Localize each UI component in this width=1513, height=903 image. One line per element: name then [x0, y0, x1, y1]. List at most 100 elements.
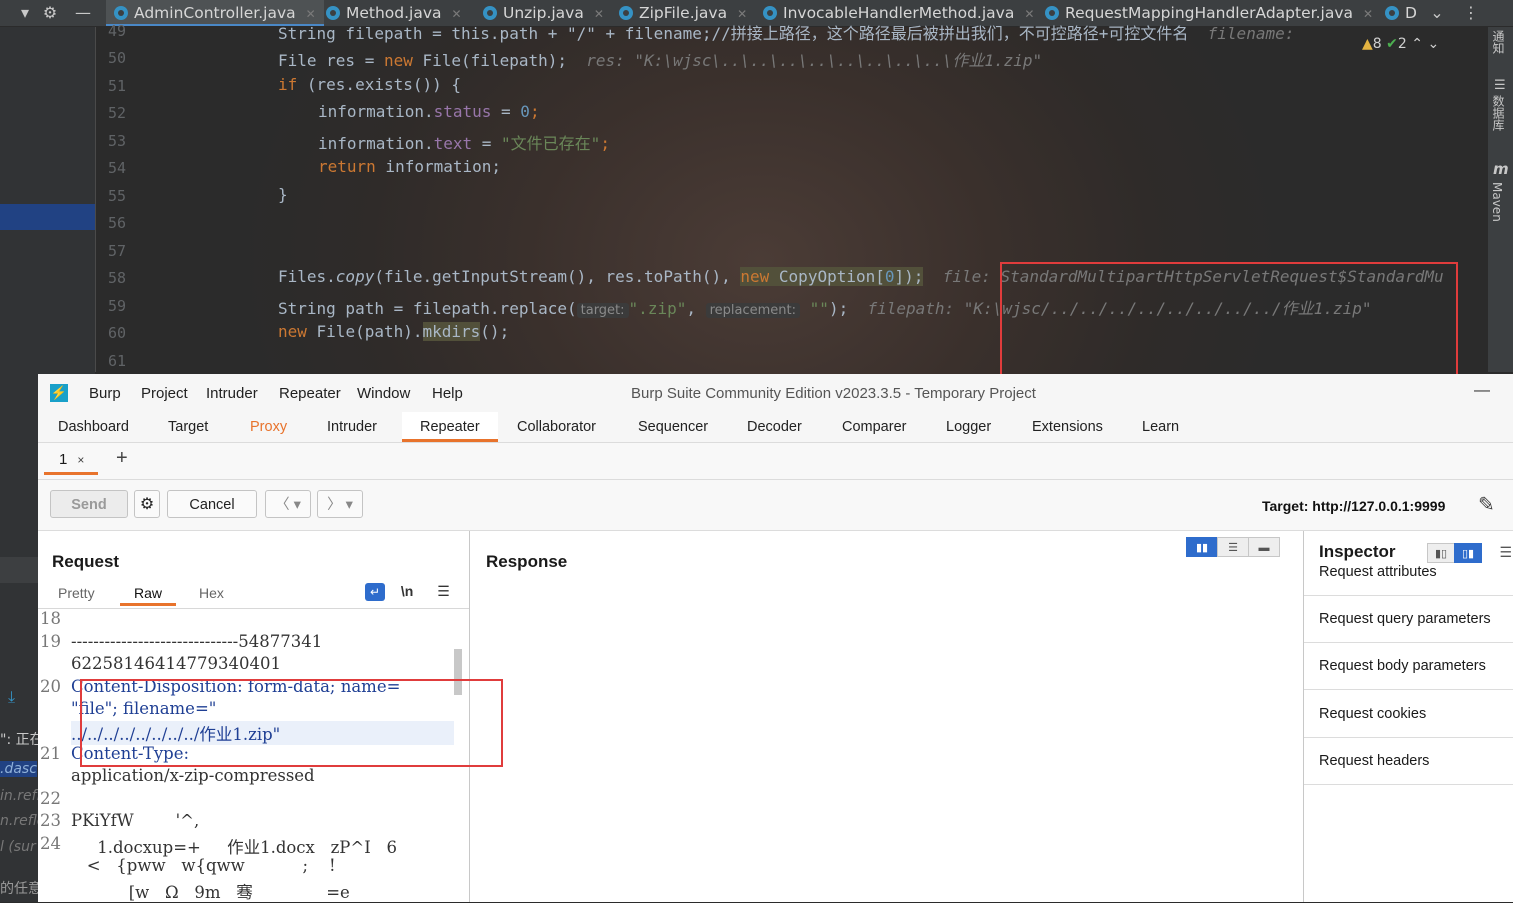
tabs-layout-icon[interactable]: ▬ — [1248, 537, 1280, 557]
tab-intruder[interactable]: Intruder — [327, 412, 377, 442]
inspection-status[interactable]: ▲8 ✔2 ⌃ ⌄ — [1362, 36, 1439, 52]
gear-icon[interactable]: ⚙ — [37, 0, 63, 26]
database-panel-label[interactable]: 数据库 — [1490, 95, 1507, 131]
class-icon — [483, 6, 497, 20]
code-line-49: String filepath = this.path + "/" + file… — [278, 24, 1295, 43]
edit-pencil-icon[interactable]: ✎ — [1478, 492, 1495, 517]
wrap-icon[interactable]: ↵ — [365, 583, 385, 601]
request-line: ------------------------------54877341 — [71, 632, 323, 651]
line-number: 61 — [107, 352, 126, 370]
line-number: 22 — [40, 789, 61, 808]
close-icon[interactable]: × — [77, 453, 84, 467]
line-number: 20 — [40, 677, 61, 696]
close-icon[interactable]: ✕ — [306, 7, 316, 21]
line-number: 24 — [40, 834, 61, 853]
line-number: 50 — [107, 49, 126, 67]
burp-window: ⚡ Burp Project Intruder Repeater Window … — [38, 374, 1513, 902]
line-number: 56 — [107, 214, 126, 232]
tab-collaborator[interactable]: Collaborator — [517, 412, 596, 442]
tree-row — [0, 557, 40, 583]
code-line-54: return information; — [318, 157, 502, 176]
warning-icon: ▲ — [1362, 36, 1373, 52]
split-vertical-icon[interactable]: ☰ — [1217, 537, 1249, 557]
back-button[interactable]: 〈 ▾ — [265, 490, 311, 518]
tab-decoder[interactable]: Decoder — [747, 412, 802, 442]
view-tab-hex[interactable]: Hex — [199, 585, 224, 601]
line-number: 54 — [107, 159, 126, 177]
request-line: PKiYfW '^, — [71, 811, 200, 830]
menu-help[interactable]: Help — [432, 385, 463, 402]
tab-dashboard[interactable]: Dashboard — [58, 412, 129, 442]
split-horizontal-icon[interactable]: ▮▮ — [1186, 537, 1218, 557]
tab-comparer[interactable]: Comparer — [842, 412, 906, 442]
menu-burp[interactable]: Burp — [89, 385, 121, 402]
line-number: 51 — [107, 77, 126, 95]
menu-icon[interactable]: ▾ — [12, 0, 38, 26]
settings-gear-icon[interactable]: ⚙ — [134, 490, 160, 518]
selected-tree-row[interactable] — [0, 204, 95, 230]
repeater-tab-1[interactable]: 1 × — [44, 447, 98, 475]
view-tab-pretty[interactable]: Pretty — [58, 585, 95, 601]
code-line-60: new File(path).mkdirs(); — [278, 322, 510, 341]
layout-switcher: ▮▮ ☰ ▬ — [1186, 537, 1280, 559]
chevron-down-icon[interactable]: ⌄ — [1427, 36, 1439, 52]
tab-extensions[interactable]: Extensions — [1032, 412, 1103, 442]
send-button[interactable]: Send — [50, 490, 128, 518]
class-icon — [326, 6, 340, 20]
menu-repeater[interactable]: Repeater — [279, 385, 341, 402]
minus-icon[interactable]: — — [70, 0, 96, 26]
console-fragment: in.refl — [0, 788, 41, 804]
close-icon[interactable]: ✕ — [737, 7, 747, 21]
menu-icon[interactable]: ☰ — [437, 583, 450, 599]
response-pane: Response ▮▮ ☰ ▬ — [470, 531, 1304, 902]
request-pane: Request Pretty Raw Hex ↵ \n ☰ 18 19 ----… — [38, 531, 503, 902]
line-number: 21 — [40, 744, 61, 763]
close-icon[interactable]: ✕ — [1024, 7, 1034, 21]
request-title: Request — [52, 552, 120, 571]
view-tab-raw[interactable]: Raw — [120, 585, 177, 606]
line-number: 60 — [107, 324, 126, 342]
inspector-body-parameters[interactable]: Request body parameters — [1304, 643, 1513, 690]
download-icon[interactable]: ⤓ — [8, 687, 15, 707]
code-line-52: information.status = 0; — [318, 102, 540, 121]
class-icon — [1385, 6, 1399, 20]
forward-button[interactable]: 〉 ▾ — [317, 490, 363, 518]
menu-intruder[interactable]: Intruder — [206, 385, 258, 402]
request-line: [w Ω 9m 骞 =e — [71, 883, 350, 902]
burp-logo-icon: ⚡ — [50, 384, 68, 402]
newline-toggle[interactable]: \n — [401, 583, 413, 599]
tab-sequencer[interactable]: Sequencer — [638, 412, 708, 442]
line-number: 58 — [107, 269, 126, 287]
cancel-button[interactable]: Cancel — [167, 490, 257, 518]
chevron-up-icon[interactable]: ⌃ — [1411, 36, 1423, 52]
maven-panel-label[interactable]: Maven — [1490, 182, 1504, 222]
code-line-51: if (res.exists()) { — [278, 75, 462, 94]
inspector-headers[interactable]: Request headers — [1304, 738, 1513, 785]
class-icon — [763, 6, 777, 20]
notifications-panel-label[interactable]: 通知 — [1490, 30, 1507, 54]
close-icon[interactable]: ✕ — [452, 7, 462, 21]
inspector-cookies[interactable]: Request cookies — [1304, 691, 1513, 738]
inspector-query-parameters[interactable]: Request query parameters — [1304, 596, 1513, 643]
tab-repeater[interactable]: Repeater — [402, 412, 498, 442]
tab-logger[interactable]: Logger — [946, 412, 991, 442]
add-tab-button[interactable]: + — [116, 447, 128, 470]
minimize-button[interactable]: — — [1474, 382, 1490, 400]
tab-target[interactable]: Target — [168, 412, 208, 442]
inspector-request-attributes[interactable]: Request attributes — [1304, 549, 1513, 596]
code-line-53: information.text = "文件已存在"; — [318, 134, 610, 153]
line-number: 53 — [107, 132, 126, 150]
menu-project[interactable]: Project — [141, 385, 188, 402]
highlight-box-request — [80, 679, 503, 767]
code-line-55: } — [278, 185, 288, 204]
close-icon[interactable]: ✕ — [1363, 7, 1373, 21]
tab-proxy[interactable]: Proxy — [250, 412, 287, 442]
response-title: Response — [486, 552, 568, 571]
line-number: 52 — [107, 104, 126, 122]
line-number: 55 — [107, 187, 126, 205]
target-label: Target: http://127.0.0.1:9999 — [1262, 498, 1446, 514]
tab-learn[interactable]: Learn — [1142, 412, 1179, 442]
close-icon[interactable]: ✕ — [594, 7, 604, 21]
menu-window[interactable]: Window — [357, 385, 410, 402]
class-icon — [1045, 6, 1059, 20]
